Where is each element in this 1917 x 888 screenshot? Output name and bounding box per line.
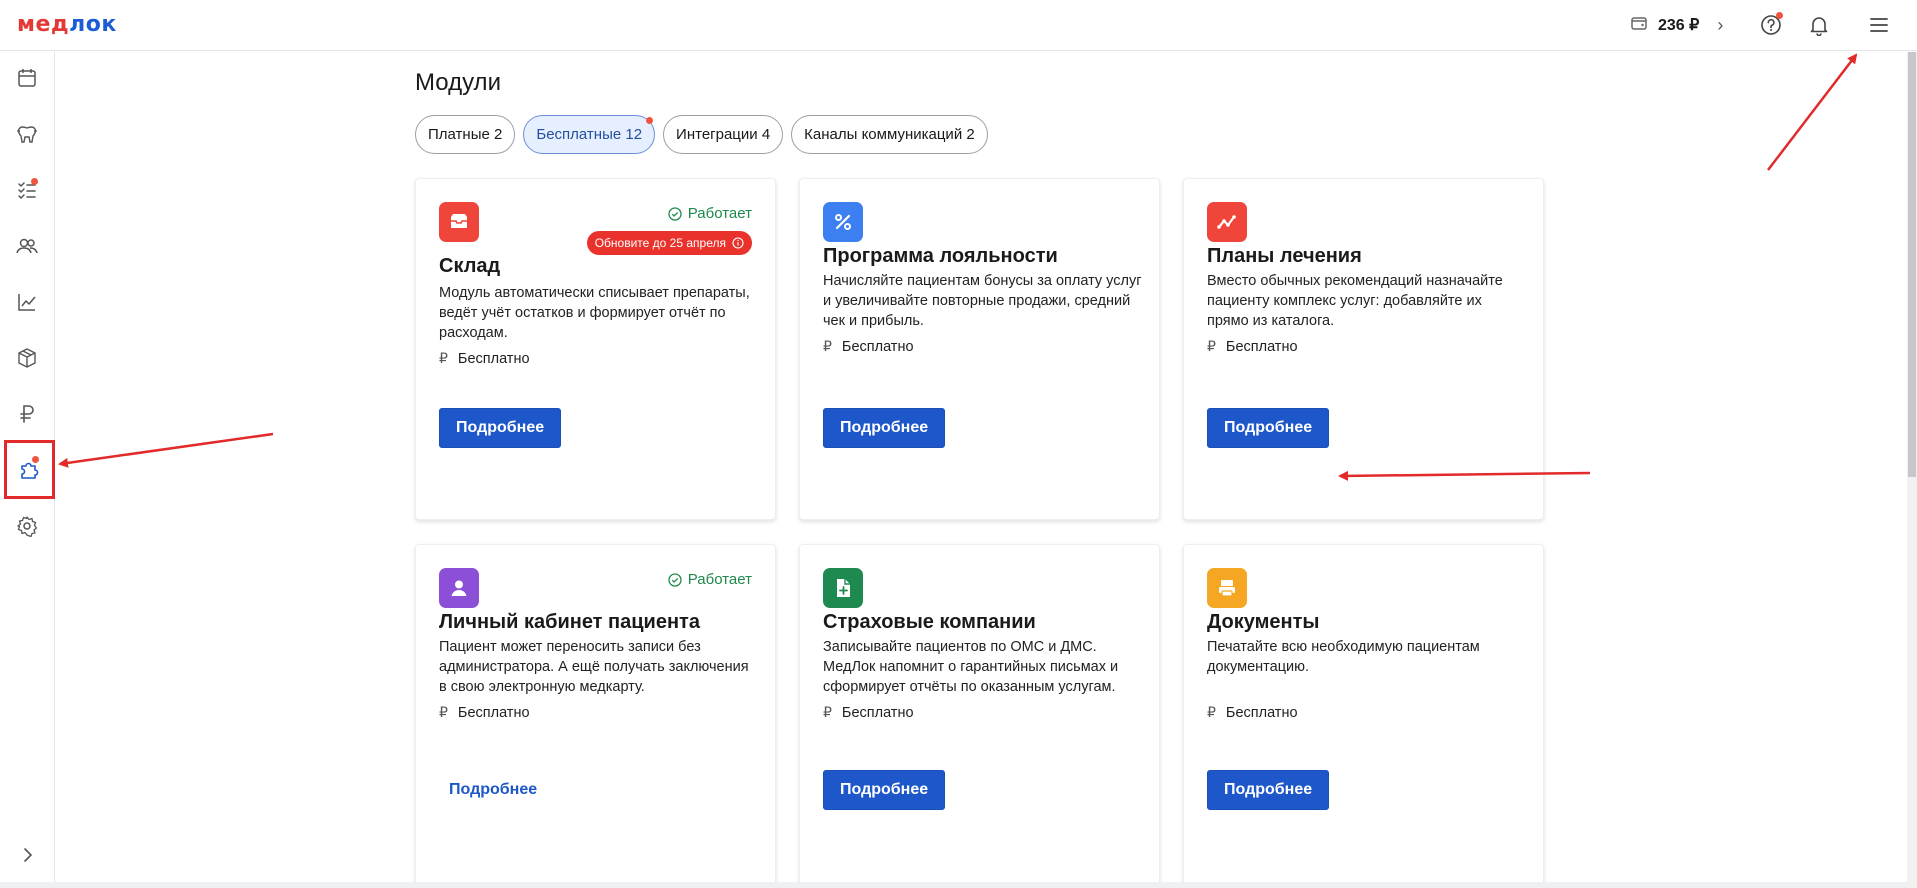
card-title: Планы лечения bbox=[1207, 245, 1362, 267]
status-badge: Работает bbox=[668, 205, 752, 222]
card-price: ₽ Бесплатно bbox=[439, 351, 530, 367]
card-description: Начисляйте пациентам бонусы за оплату ус… bbox=[823, 273, 1142, 329]
ruble-icon: ₽ bbox=[823, 339, 832, 355]
card-title: Личный кабинет пациента bbox=[439, 611, 700, 633]
card-description: Записывайте пациентов по ОМС и ДМС. МедЛ… bbox=[823, 639, 1119, 695]
info-icon bbox=[732, 237, 744, 249]
module-card-insurance: Страховые компании Записывайте пациентов… bbox=[799, 544, 1160, 886]
vertical-scrollbar[interactable] bbox=[1907, 52, 1917, 888]
inbox-icon bbox=[439, 202, 479, 242]
details-button[interactable]: Подробнее bbox=[1207, 770, 1330, 810]
check-circle-icon bbox=[668, 572, 682, 587]
wallet-icon bbox=[1630, 14, 1648, 37]
details-link[interactable]: Подробнее bbox=[449, 770, 537, 810]
card-title: Страховые компании bbox=[823, 611, 1036, 633]
menu-icon[interactable] bbox=[1866, 12, 1892, 38]
details-button[interactable]: Подробнее bbox=[439, 408, 562, 448]
card-description: Модуль автоматически списывает препараты… bbox=[439, 285, 750, 341]
card-description: Печатайте всю необходимую пациентам доку… bbox=[1207, 639, 1480, 675]
expand-chevron-icon[interactable] bbox=[10, 838, 44, 872]
settings-gear-icon[interactable] bbox=[10, 509, 44, 543]
top-bar: медлок 236 ₽ › bbox=[0, 0, 1917, 51]
card-price: ₽ Бесплатно bbox=[439, 705, 530, 721]
card-price: ₽ Бесплатно bbox=[1207, 705, 1298, 721]
ruble-icon: ₽ bbox=[439, 351, 448, 367]
balance-chevron-icon: › bbox=[1717, 14, 1724, 35]
help-notification-dot bbox=[1776, 12, 1783, 19]
page-title: Модули bbox=[415, 69, 501, 96]
percent-icon bbox=[823, 202, 863, 242]
ruble-icon: ₽ bbox=[1207, 339, 1216, 355]
check-circle-icon bbox=[668, 206, 682, 221]
card-title: Программа лояльности bbox=[823, 245, 1058, 267]
module-card-loyalty: Программа лояльности Начисляйте пациента… bbox=[799, 178, 1160, 520]
balance-widget[interactable]: 236 ₽ › bbox=[1630, 14, 1723, 36]
card-price: ₽ Бесплатно bbox=[823, 339, 914, 355]
module-card-treatment-plans: Планы лечения Вместо обычных рекомендаци… bbox=[1183, 178, 1544, 520]
warehouse-box-icon[interactable] bbox=[10, 341, 44, 375]
arrow-to-modules bbox=[58, 432, 274, 468]
update-badge[interactable]: Обновите до 25 апреля bbox=[586, 231, 752, 255]
details-button[interactable]: Подробнее bbox=[823, 408, 946, 448]
calendar-icon[interactable] bbox=[10, 61, 44, 95]
card-price: ₽ Бесплатно bbox=[823, 705, 914, 721]
trend-line-icon bbox=[1207, 202, 1247, 242]
help-icon[interactable] bbox=[1758, 12, 1784, 38]
module-card-warehouse: Работает Обновите до 25 апреля Склад Мод… bbox=[415, 178, 776, 520]
card-description: Пациент может переносить записи без адми… bbox=[439, 639, 749, 695]
module-card-documents: Документы Печатайте всю необходимую паци… bbox=[1183, 544, 1544, 886]
analytics-icon[interactable] bbox=[10, 285, 44, 319]
balance-amount: 236 ₽ bbox=[1658, 17, 1700, 34]
card-title: Склад bbox=[439, 255, 501, 277]
document-plus-icon bbox=[823, 568, 863, 608]
tab-paid[interactable]: Платные 2 bbox=[415, 115, 516, 154]
scrollbar-thumb[interactable] bbox=[1908, 52, 1916, 477]
ruble-icon: ₽ bbox=[439, 705, 448, 721]
details-button[interactable]: Подробнее bbox=[1207, 408, 1330, 448]
tasks-notification-dot bbox=[31, 178, 38, 185]
bell-icon[interactable] bbox=[1806, 12, 1832, 38]
status-badge: Работает bbox=[668, 571, 752, 588]
printer-icon bbox=[1207, 568, 1247, 608]
card-price: ₽ Бесплатно bbox=[1207, 339, 1298, 355]
tooth-icon[interactable] bbox=[10, 117, 44, 151]
tab-communication-channels[interactable]: Каналы коммуникаций 2 bbox=[791, 115, 988, 154]
bottom-strip bbox=[0, 882, 1907, 888]
arrow-to-menu bbox=[1767, 53, 1858, 171]
patients-icon[interactable] bbox=[10, 229, 44, 263]
tab-notification-dot bbox=[646, 117, 654, 124]
modules-notification-dot bbox=[32, 456, 39, 463]
user-icon bbox=[439, 568, 479, 608]
tab-integrations[interactable]: Интеграции 4 bbox=[663, 115, 784, 154]
card-description: Вместо обычных рекомендаций назначайте п… bbox=[1207, 273, 1503, 329]
puzzle-modules-icon[interactable] bbox=[4, 440, 55, 499]
ruble-icon: ₽ bbox=[823, 705, 832, 721]
module-card-patient-account: Работает Личный кабинет пациента Пациент… bbox=[415, 544, 776, 886]
logo[interactable]: медлок bbox=[17, 12, 117, 37]
module-tabs: Платные 2 Бесплатные 12 Интеграции 4 Кан… bbox=[415, 115, 988, 154]
tasks-icon[interactable] bbox=[10, 173, 44, 207]
card-title: Документы bbox=[1207, 611, 1320, 633]
sidebar bbox=[0, 52, 55, 888]
details-button[interactable]: Подробнее bbox=[823, 770, 946, 810]
ruble-icon[interactable] bbox=[10, 397, 44, 431]
ruble-icon: ₽ bbox=[1207, 705, 1216, 721]
tab-free[interactable]: Бесплатные 12 bbox=[523, 115, 656, 154]
